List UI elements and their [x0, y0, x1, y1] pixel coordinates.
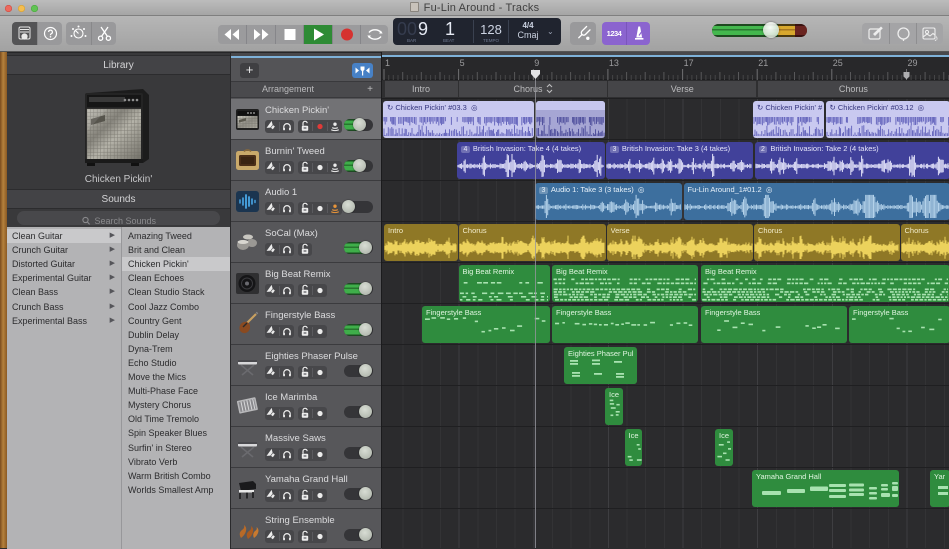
svg-text:13: 13 — [609, 58, 619, 68]
svg-text:25: 25 — [833, 58, 843, 68]
svg-text:17: 17 — [684, 58, 694, 68]
svg-text:5: 5 — [460, 58, 465, 68]
svg-text:21: 21 — [758, 58, 768, 68]
svg-text:♪: ♪ — [934, 33, 939, 43]
svg-text:1: 1 — [385, 58, 390, 68]
